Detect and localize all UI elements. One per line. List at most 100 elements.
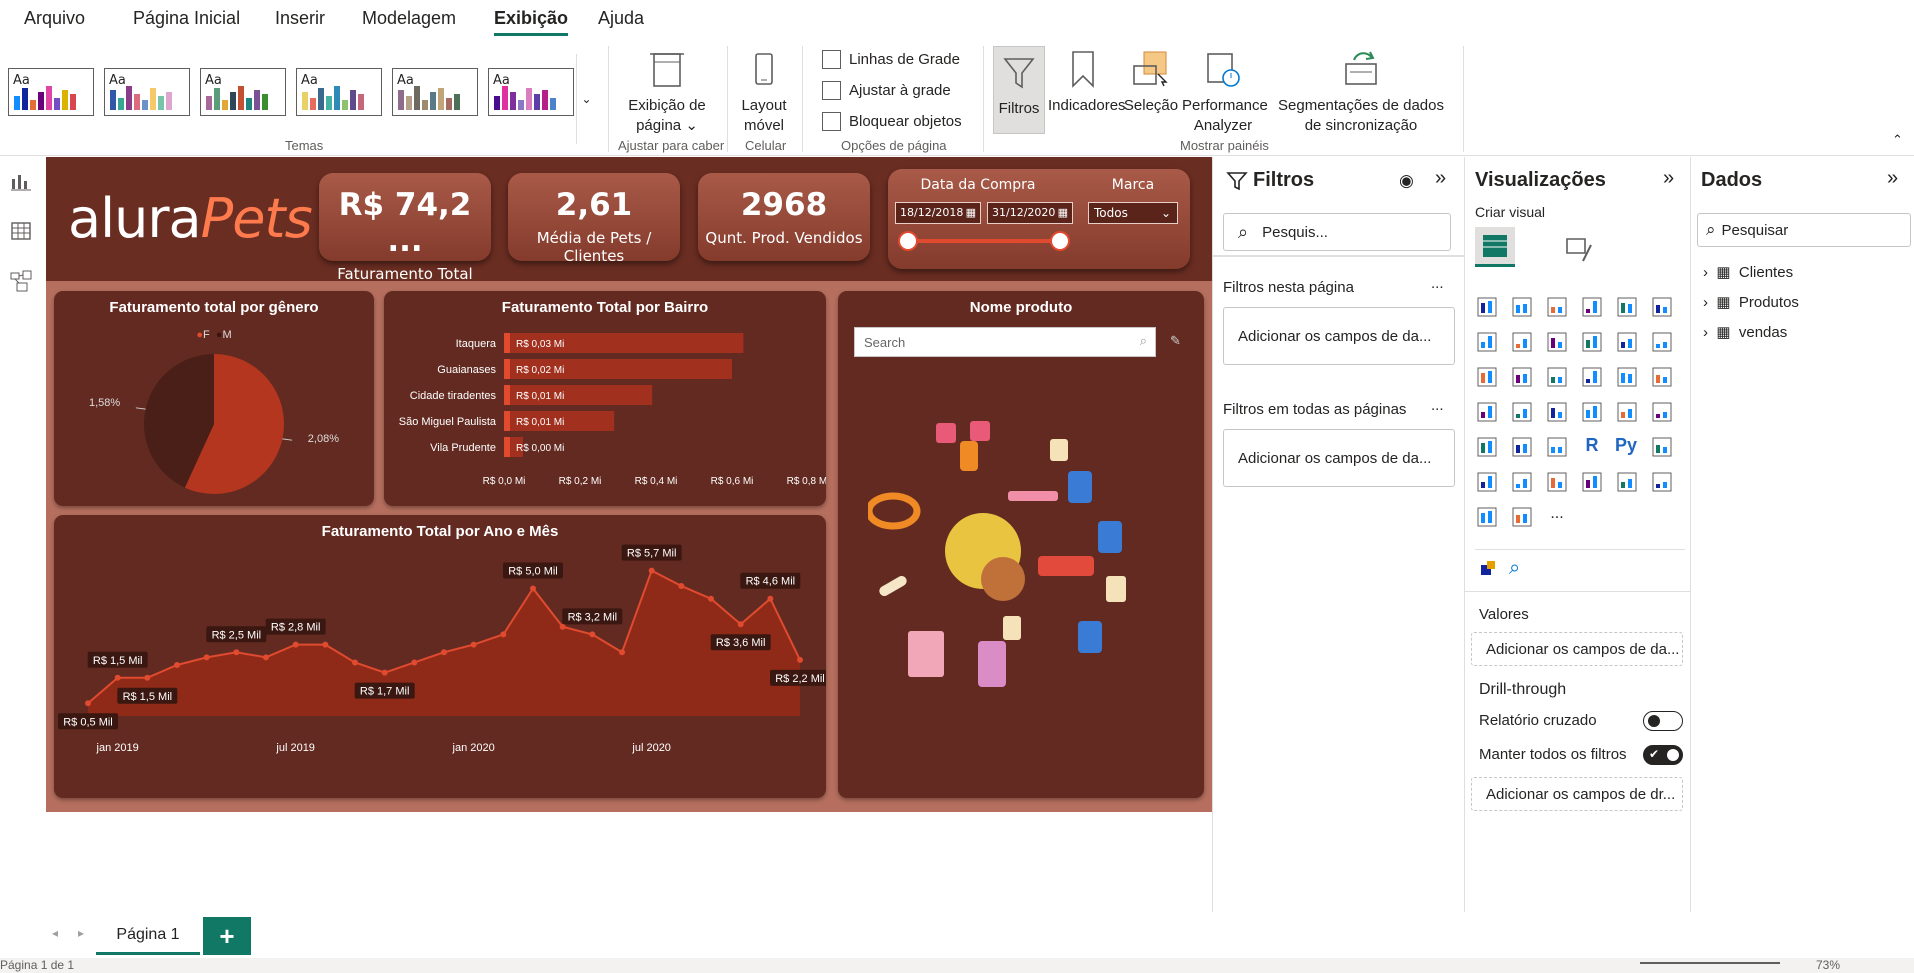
eraser-icon[interactable]: ✎ [1170, 333, 1181, 349]
themes-expand-icon[interactable]: ⌄ [576, 54, 596, 144]
more-options-icon[interactable]: ... [1431, 397, 1444, 414]
menu-pagina-inicial[interactable]: Página Inicial [133, 8, 240, 29]
date-to-input[interactable]: 31/12/2020 ▦ [987, 202, 1073, 224]
filters-this-page-dropzone[interactable]: Adicionar os campos de da... [1223, 307, 1455, 365]
page-view-button[interactable]: Exibição de página ⌄ [624, 48, 710, 136]
clustered-bar-icon[interactable] [1545, 295, 1569, 319]
theme-6[interactable]: Aa [488, 68, 574, 116]
snap-grid-checkbox[interactable]: Ajustar à grade [822, 81, 951, 100]
brand-dropdown[interactable]: Todos ⌄ [1088, 202, 1178, 224]
format-visual-tab[interactable] [1561, 233, 1593, 265]
scatter-icon[interactable] [1545, 365, 1569, 389]
table-view-icon[interactable] [9, 219, 33, 243]
slicer-icon[interactable] [1475, 435, 1499, 459]
table-item-produtos[interactable]: › ▦ Produtos [1703, 293, 1799, 311]
table-icon[interactable] [1510, 435, 1534, 459]
stacked-bar-icon[interactable] [1475, 295, 1499, 319]
sync-slicers-button[interactable]: Segmentações de dados de sincronização [1268, 48, 1454, 136]
smart-narrative-icon[interactable] [1615, 470, 1639, 494]
theme-2[interactable]: Aa [104, 68, 190, 116]
waterfall-icon[interactable] [1475, 365, 1499, 389]
bookmarks-pane-button[interactable]: Indicadores [1048, 48, 1126, 116]
decomposition-tree-icon[interactable] [1475, 470, 1499, 494]
area-icon[interactable] [1510, 330, 1534, 354]
gridlines-checkbox[interactable]: Linhas de Grade [822, 50, 960, 69]
range-handle-start[interactable] [898, 231, 918, 251]
goals-icon[interactable] [1580, 470, 1604, 494]
qa-icon[interactable] [1510, 470, 1534, 494]
fields-icon[interactable] [1479, 559, 1499, 579]
menu-inserir[interactable]: Inserir [275, 8, 325, 29]
multirow-card-icon[interactable] [1615, 400, 1639, 424]
eye-icon[interactable]: ◉ [1399, 171, 1414, 191]
menu-exibicao[interactable]: Exibição [494, 8, 569, 36]
data-search-input[interactable]: ⌕ Pesquisar [1697, 213, 1911, 247]
cross-report-toggle[interactable] [1643, 711, 1683, 731]
stacked-column-icon[interactable] [1510, 295, 1534, 319]
collapse-data-icon[interactable]: » [1887, 167, 1898, 190]
power-automate-icon[interactable] [1475, 505, 1499, 529]
model-view-icon[interactable] [9, 269, 33, 293]
gauge-icon[interactable] [1545, 400, 1569, 424]
collapse-viz-icon[interactable]: » [1663, 167, 1674, 190]
treemap-icon[interactable] [1650, 365, 1674, 389]
theme-1[interactable]: Aa [8, 68, 94, 116]
100-column-icon[interactable] [1650, 295, 1674, 319]
line-column-icon[interactable] [1580, 330, 1604, 354]
card-icon[interactable] [1580, 400, 1604, 424]
line-clustered-icon[interactable] [1615, 330, 1639, 354]
add-page-button[interactable]: + [203, 917, 251, 955]
collapse-filters-icon[interactable]: » [1435, 167, 1446, 190]
report-view-icon[interactable] [9, 169, 33, 193]
pie-icon[interactable] [1580, 365, 1604, 389]
collapse-ribbon-icon[interactable]: ⌃ [1892, 132, 1903, 148]
r-visual-icon[interactable]: R [1580, 435, 1604, 459]
date-from-input[interactable]: 18/12/2018 ▦ [895, 202, 981, 224]
paginated-icon[interactable] [1545, 470, 1569, 494]
table-item-clientes[interactable]: › ▦ Clientes [1703, 263, 1793, 281]
shape-map-icon[interactable] [1510, 505, 1534, 529]
theme-5[interactable]: Aa [392, 68, 478, 116]
map-icon[interactable] [1475, 400, 1499, 424]
analytics-search-icon[interactable]: ⌕ [1509, 557, 1520, 580]
prev-page-icon[interactable]: ◂ [52, 926, 58, 940]
filters-pane-button[interactable]: Filtros [993, 46, 1045, 134]
menu-ajuda[interactable]: Ajuda [598, 8, 644, 29]
theme-4[interactable]: Aa [296, 68, 382, 116]
theme-3[interactable]: Aa [200, 68, 286, 116]
tab-pagina-1[interactable]: Página 1 [96, 917, 200, 955]
power-apps-icon[interactable] [1650, 470, 1674, 494]
donut-icon[interactable] [1615, 365, 1639, 389]
100-bar-icon[interactable] [1615, 295, 1639, 319]
build-visual-tab[interactable] [1475, 227, 1515, 267]
clustered-column-icon[interactable] [1580, 295, 1604, 319]
product-search-input[interactable]: Search ⌕ [854, 327, 1156, 357]
menu-modelagem[interactable]: Modelagem [362, 8, 456, 29]
python-visual-icon[interactable]: Py [1615, 435, 1639, 459]
drill-through-dropzone[interactable]: Adicionar os campos de dr... [1471, 777, 1683, 811]
line-icon[interactable] [1475, 330, 1499, 354]
ribbon-icon[interactable] [1650, 330, 1674, 354]
matrix-icon[interactable] [1545, 435, 1569, 459]
filters-search-input[interactable]: ⌕ Pesquis... [1223, 213, 1451, 251]
more-options-icon[interactable]: ... [1431, 275, 1444, 292]
table-item-vendas[interactable]: › ▦ vendas [1703, 323, 1787, 341]
key-influencers-icon[interactable] [1650, 435, 1674, 459]
kpi-icon[interactable] [1650, 400, 1674, 424]
lock-objects-checkbox[interactable]: Bloquear objetos [822, 112, 962, 131]
performance-analyzer-button[interactable]: Performance Analyzer [1182, 48, 1268, 136]
area-point [589, 631, 596, 638]
funnel-icon[interactable] [1510, 365, 1534, 389]
zoom-slider[interactable] [1640, 962, 1780, 964]
menu-arquivo[interactable]: Arquivo [24, 8, 85, 29]
next-page-icon[interactable]: ▸ [78, 926, 84, 940]
selection-pane-button[interactable]: Seleção [1122, 48, 1180, 116]
filled-map-icon[interactable] [1510, 400, 1534, 424]
mobile-layout-button[interactable]: Layout móvel [736, 48, 792, 136]
values-dropzone[interactable]: Adicionar os campos de da... [1471, 632, 1683, 666]
more-visuals-icon[interactable]: ... [1545, 505, 1569, 529]
range-handle-end[interactable] [1050, 231, 1070, 251]
stacked-area-icon[interactable] [1545, 330, 1569, 354]
filters-all-pages-dropzone[interactable]: Adicionar os campos de da... [1223, 429, 1455, 487]
keep-filters-toggle[interactable]: ✔ [1643, 745, 1683, 765]
